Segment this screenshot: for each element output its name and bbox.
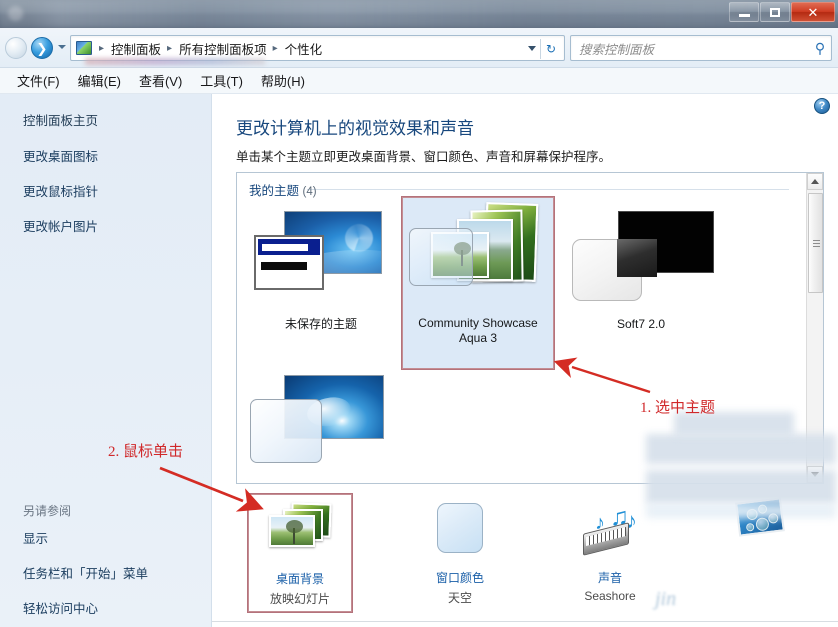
window-system-icon[interactable] [8, 6, 23, 21]
unsaved-theme-thumb [246, 203, 396, 315]
scrollbar-thumb[interactable] [808, 193, 823, 293]
annotation-select-theme: 1. 选中主题 [640, 400, 716, 416]
community-showcase-aqua-thumb [403, 202, 553, 314]
screensaver-icon [717, 497, 803, 566]
sidebar-see-also-title: 另请参阅 [23, 504, 72, 518]
setting-desktop-background[interactable]: 桌面背景 放映幻灯片 [247, 493, 353, 613]
breadcrumb-item-control-panel[interactable]: 控制面板 [108, 39, 164, 58]
breadcrumb: ▸ 控制面板 ▸ 所有控制面板项 ▸ 个性化 [92, 39, 564, 58]
address-bar-blurred-overlay [85, 58, 265, 65]
windows7-default-thumb [246, 373, 396, 483]
search-icon[interactable]: ⚲ [809, 40, 831, 57]
sidebar-links: 更改桌面图标 更改鼠标指针 更改帐户图片 [23, 146, 98, 251]
sidebar-item-change-desktop-icons[interactable]: 更改桌面图标 [23, 146, 98, 165]
menu-tools[interactable]: 工具(T) [191, 69, 252, 92]
window-title-bar: ✕ [0, 0, 838, 28]
setting-sounds[interactable]: ♪ ♫ ♪ 声音 Seashore [558, 494, 662, 612]
annotation-mouse-click: 2. 鼠标单击 [108, 444, 184, 460]
setting-value: 天空 [447, 591, 472, 605]
breadcrumb-separator-icon[interactable]: ▸ [164, 43, 176, 54]
page-subtitle: 单击某个主题立即更改桌面背景、窗口颜色、声音和屏幕保护程序。 [236, 150, 612, 164]
menu-help[interactable]: 帮助(H) [252, 69, 314, 92]
setting-label[interactable]: 声音 [598, 569, 622, 586]
watermark: jin [655, 588, 677, 610]
help-icon[interactable]: ? [814, 98, 830, 114]
address-dropdown-icon[interactable] [528, 46, 536, 51]
maximize-button[interactable] [760, 2, 790, 22]
search-box[interactable]: 搜索控制面板 ⚲ [570, 35, 832, 61]
desktop-background-icon [257, 501, 343, 567]
minimize-button[interactable] [729, 2, 759, 22]
theme-group-count: (4) [302, 186, 317, 198]
theme-item-community-showcase-aqua-3[interactable]: Community Showcase Aqua 3 [401, 196, 555, 370]
personalization-window: ✕ ❯ ▸ 控制面板 ▸ 所有控制面板项 ▸ 个性化 ↻ 搜索控制面板 ⚲ 文件… [0, 0, 838, 627]
back-button[interactable] [5, 37, 27, 59]
setting-label[interactable]: 桌面背景 [276, 570, 324, 587]
window-controls: ✕ [728, 2, 835, 22]
theme-list-panel: 我的主题 (4) 未保存的主题 Community Showcase Aqua … [236, 172, 824, 484]
window-preview [572, 239, 657, 301]
theme-item-unsaved[interactable]: 未保存的主题 [245, 199, 397, 365]
window-preview [254, 235, 324, 290]
setting-label[interactable]: 窗口颜色 [436, 569, 484, 586]
close-button[interactable]: ✕ [791, 2, 835, 22]
breadcrumb-item-all-items[interactable]: 所有控制面板项 [176, 39, 270, 58]
refresh-icon[interactable]: ↻ [542, 40, 560, 58]
scroll-up-button[interactable] [807, 173, 823, 190]
sidebar-item-control-panel-home[interactable]: 控制面板主页 [23, 110, 98, 129]
address-divider [540, 39, 541, 59]
window-color-icon [417, 500, 503, 566]
bottom-divider [212, 621, 838, 622]
window-preview [250, 399, 322, 463]
breadcrumb-separator-icon[interactable]: ▸ [96, 43, 108, 54]
address-toolbar: ❯ ▸ 控制面板 ▸ 所有控制面板项 ▸ 个性化 ↻ 搜索控制面板 ⚲ [0, 28, 838, 68]
window-preview [409, 228, 473, 286]
forward-button[interactable]: ❯ [31, 37, 53, 59]
theme-group-title: 我的主题 [249, 184, 300, 198]
page-title: 更改计算机上的视觉效果和声音 [236, 119, 474, 138]
sound-icon: ♪ ♫ ♪ [567, 500, 653, 566]
theme-label: 未保存的主题 [284, 317, 357, 331]
theme-label: Soft7 2.0 [616, 317, 666, 331]
sidebar-see-also-links: 显示 任务栏和「开始」菜单 轻松访问中心 [23, 528, 148, 627]
search-input[interactable]: 搜索控制面板 [571, 39, 809, 58]
menu-bar: 文件(F) 编辑(E) 查看(V) 工具(T) 帮助(H) [0, 68, 838, 94]
setting-window-color[interactable]: 窗口颜色 天空 [408, 494, 512, 612]
sidebar-item-ease-of-access-center[interactable]: 轻松访问中心 [23, 598, 148, 617]
theme-list-scrollbar[interactable] [806, 173, 823, 483]
theme-settings-row: 桌面背景 放映幻灯片 窗口颜色 天空 ♪ ♫ ♪ 声音 Seashore [236, 492, 836, 618]
main-content: ? 更改计算机上的视觉效果和声音 单击某个主题立即更改桌面背景、窗口颜色、声音和… [212, 94, 838, 627]
breadcrumb-separator-icon[interactable]: ▸ [270, 43, 282, 54]
menu-file[interactable]: 文件(F) [8, 69, 69, 92]
sidebar-item-display[interactable]: 显示 [23, 528, 148, 547]
title-bar-blurred-text [0, 0, 838, 28]
sidebar-item-taskbar-start-menu[interactable]: 任务栏和「开始」菜单 [23, 563, 148, 582]
setting-value: 放映幻灯片 [269, 592, 330, 606]
sidebar-item-change-account-picture[interactable]: 更改帐户图片 [23, 216, 98, 235]
setting-screen-saver[interactable] [708, 494, 812, 612]
sidebar-item-change-mouse-pointers[interactable]: 更改鼠标指针 [23, 181, 98, 200]
breadcrumb-item-personalization[interactable]: 个性化 [282, 39, 326, 58]
control-panel-icon [76, 41, 92, 55]
recent-pages-dropdown-icon[interactable] [58, 45, 66, 49]
theme-item-soft7[interactable]: Soft7 2.0 [565, 199, 717, 365]
theme-item-windows7-default[interactable]: Windows 7 默认版 [245, 369, 397, 483]
menu-view[interactable]: 查看(V) [130, 69, 191, 92]
menu-edit[interactable]: 编辑(E) [69, 69, 130, 92]
soft7-theme-thumb [566, 203, 716, 315]
sidebar: 控制面板主页 更改桌面图标 更改鼠标指针 更改帐户图片 另请参阅 显示 任务栏和… [0, 94, 212, 627]
scroll-down-button[interactable] [807, 466, 823, 483]
theme-label: Community Showcase Aqua 3 [418, 316, 538, 345]
setting-value: Seashore [584, 589, 636, 603]
